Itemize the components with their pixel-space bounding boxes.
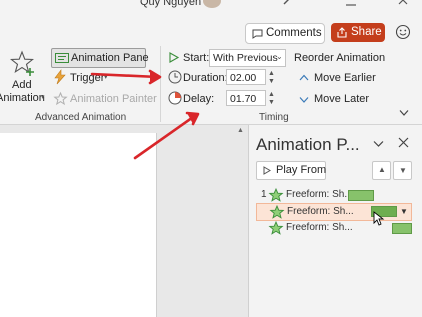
annotation-arrows (90, 69, 200, 160)
arrow-to-duration (90, 69, 162, 85)
arrow-to-delay (133, 111, 200, 160)
